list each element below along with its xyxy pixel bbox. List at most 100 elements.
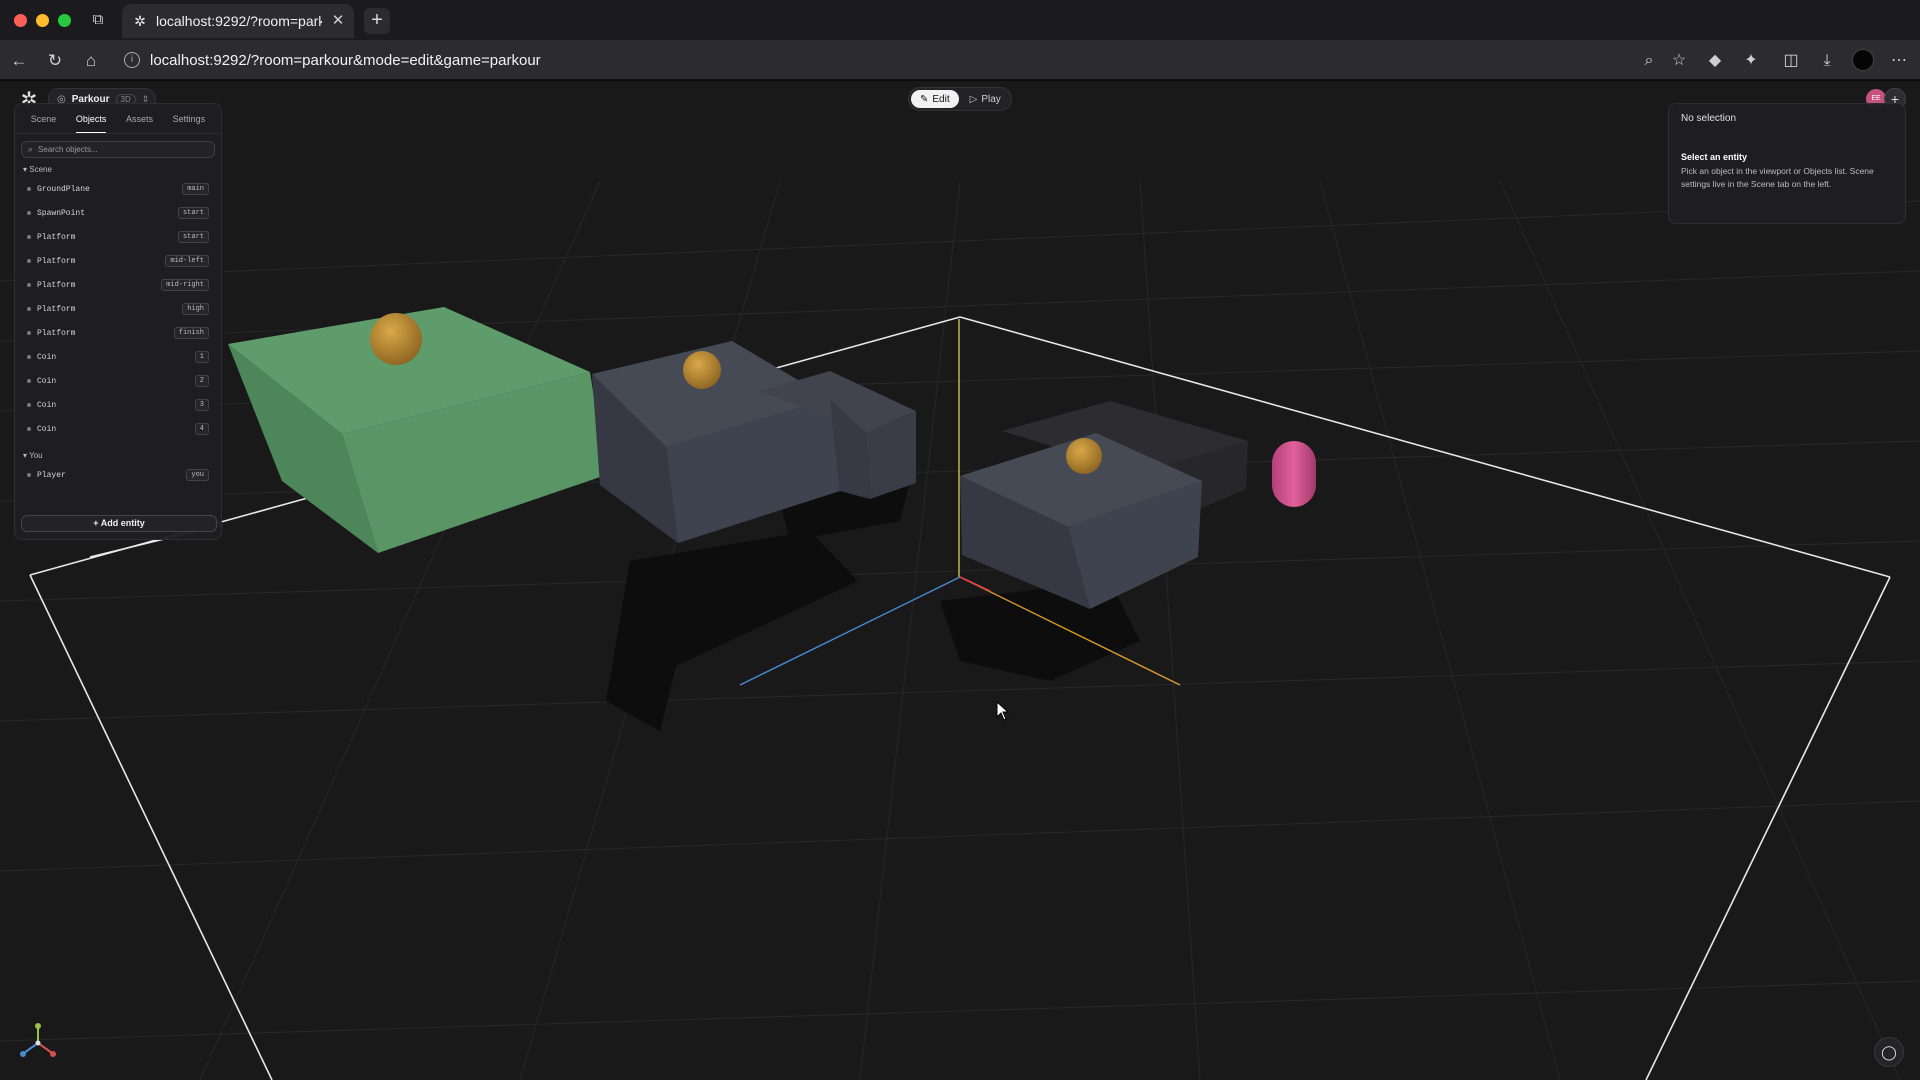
new-tab-button[interactable]: + [364,8,390,34]
add-entity-button[interactable]: + Add entity [21,515,217,532]
entity-dot [27,355,31,359]
tab-assets[interactable]: Assets [126,110,153,133]
entity-tag: 1 [194,351,209,363]
entity-name: Platform [37,304,76,314]
objects-panel: Scene Objects Assets Settings ⌕ ▾ Scene … [14,103,222,540]
entity-dot [27,473,31,477]
tab-overview-icon[interactable]: ⧉ [88,10,108,30]
extension-icon[interactable]: ◆ [1704,50,1726,72]
entity-dot [27,235,31,239]
info-icon[interactable]: i [124,52,140,68]
group-header-you[interactable]: ▾ You [15,449,221,463]
entity-name: Coin [37,352,57,362]
list-item[interactable]: Player you [15,463,221,487]
url-text[interactable]: localhost:9292/?room=parkour&mode=edit&g… [150,52,541,69]
inspector-heading: Select an entity [1681,152,1748,162]
inspector-panel: No selection Select an entity Pick an ob… [1668,103,1906,224]
entity-dot [27,211,31,215]
axis-gizmo-icon[interactable] [18,1021,58,1061]
play-icon: ▷ [969,93,978,105]
mode-toggle: ✎ Edit ▷ Play [908,87,1012,111]
reload-icon[interactable]: ↻ [44,50,66,72]
close-tab-icon[interactable]: ✕ [330,13,346,29]
entity-name: Platform [37,256,76,266]
group-label: Scene [29,165,52,174]
maximize-window-button[interactable] [58,14,71,27]
home-icon[interactable]: ⌂ [80,50,102,72]
download-icon[interactable]: ⤓ [1816,50,1838,72]
entity-tag: you [186,469,209,481]
list-item[interactable]: Platform mid-right [15,273,221,297]
entity-tag: start [177,231,209,243]
url-field[interactable]: i localhost:9292/?room=parkour&mode=edit… [116,46,1686,74]
list-item[interactable]: Coin 4 [15,417,221,441]
viewport[interactable]: ✲ ◎ Parkour 3D ⇕ ✎ Edit ▷ Play EE + Scen… [0,81,1920,1080]
edit-mode-button[interactable]: ✎ Edit [911,90,959,108]
tab-scene[interactable]: Scene [31,110,57,133]
search-input[interactable] [38,145,189,154]
entity-name: Platform [37,280,76,290]
entity-tag: mid-right [161,279,209,291]
player-capsule[interactable] [1272,441,1316,507]
minimize-window-button[interactable] [36,14,49,27]
entity-name: Coin [37,424,57,434]
search-box[interactable]: ⌕ [21,141,215,158]
scene-group: ▾ Scene GroundPlane main SpawnPoint start … [15,163,221,441]
entity-tag: mid-left [165,255,209,267]
entity-dot [27,427,31,431]
group-header-scene[interactable]: ▾ Scene [15,163,221,177]
list-item[interactable]: Coin 2 [15,369,221,393]
list-item[interactable]: SpawnPoint start [15,201,221,225]
entity-dot [27,403,31,407]
play-mode-label: Play [981,93,1001,105]
entity-dot [27,187,31,191]
entity-name: Coin [37,376,57,386]
list-item[interactable]: GroundPlane main [15,177,221,201]
chat-icon[interactable]: ◯ [1874,1037,1904,1067]
entity-tag: 4 [194,423,209,435]
entity-tag: 2 [194,375,209,387]
coin-2[interactable] [683,351,721,389]
split-icon[interactable]: ◫ [1780,50,1802,72]
play-mode-button[interactable]: ▷ Play [961,90,1010,108]
entity-name: Platform [37,232,76,242]
entity-dot [27,259,31,263]
favicon-icon: ✲ [134,13,146,29]
mouse-cursor-icon [996,701,1010,721]
edit-mode-label: Edit [932,93,950,105]
list-item[interactable]: Coin 1 [15,345,221,369]
profile-avatar[interactable] [1852,49,1874,71]
entity-tag: start [177,207,209,219]
entity-name: SpawnPoint [37,208,86,218]
search-icon: ⌕ [28,144,34,154]
zoom-icon[interactable]: ⌕ [1638,50,1660,72]
entity-dot [27,379,31,383]
entity-dot [27,283,31,287]
coin-3[interactable] [1066,438,1102,474]
entity-dot [27,307,31,311]
entity-name: Coin [37,400,57,410]
list-item[interactable]: Platform mid-left [15,249,221,273]
inspector-body: Pick an object in the viewport or Object… [1681,166,1874,189]
inspector-title: No selection [1681,113,1737,124]
coin-1[interactable] [370,313,422,365]
puzzle-icon[interactable]: ✦ [1740,50,1762,72]
list-item[interactable]: Platform finish [15,321,221,345]
close-window-button[interactable] [14,14,27,27]
list-item[interactable]: Platform start [15,225,221,249]
tab-settings[interactable]: Settings [173,110,206,133]
entity-name: Platform [37,328,76,338]
tab-objects[interactable]: Objects [75,110,107,133]
star-icon[interactable]: ☆ [1668,50,1690,72]
entity-dot [27,331,31,335]
scene-canvas[interactable] [0,81,1920,1080]
browser-tab[interactable]: ✲ localhost:9292/?room=parkour&mode=edit… [122,4,354,38]
more-icon[interactable]: ⋯ [1888,50,1910,72]
back-icon[interactable]: ← [8,50,30,72]
group-label: You [29,451,43,460]
entity-tag: main [182,183,209,195]
list-item[interactable]: Platform high [15,297,221,321]
entity-name: GroundPlane [37,184,90,194]
list-item[interactable]: Coin 3 [15,393,221,417]
tab-title: localhost:9292/?room=parkour&mode=edit&g… [156,13,322,29]
